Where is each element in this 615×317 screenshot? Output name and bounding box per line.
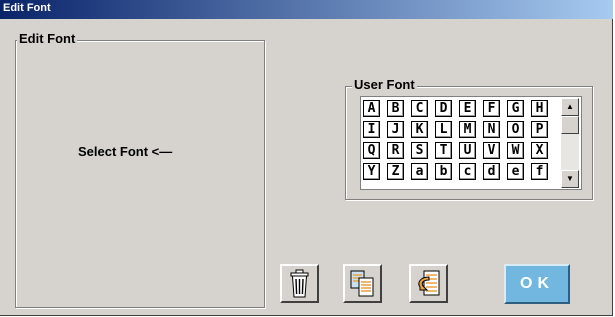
edit-font-window: Edit Font Edit Font Select Font <— User …: [0, 0, 613, 316]
trash-icon: [290, 269, 309, 298]
char-cell[interactable]: e: [507, 163, 524, 180]
ok-button[interactable]: OK: [504, 264, 570, 304]
char-cell[interactable]: S: [411, 142, 428, 159]
char-cell[interactable]: b: [435, 163, 452, 180]
char-cell[interactable]: G: [507, 100, 524, 117]
copy-pages-icon: [350, 270, 374, 297]
scroll-down-button[interactable]: ▼: [561, 170, 579, 188]
char-cell[interactable]: Y: [363, 163, 380, 180]
char-cell[interactable]: L: [435, 121, 452, 138]
char-cell[interactable]: B: [387, 100, 404, 117]
grid-scrollbar[interactable]: ▲ ▼: [561, 98, 579, 188]
select-font-prompt: Select Font <—: [78, 144, 173, 159]
char-cell[interactable]: f: [531, 163, 548, 180]
char-cell[interactable]: J: [387, 121, 404, 138]
char-cell[interactable]: K: [411, 121, 428, 138]
title-bar[interactable]: Edit Font: [0, 0, 613, 19]
char-cell[interactable]: Q: [363, 142, 380, 159]
restore-arrow-icon: [418, 270, 440, 296]
char-cell[interactable]: U: [459, 142, 476, 159]
user-font-legend: User Font: [352, 77, 417, 92]
char-cell[interactable]: O: [507, 121, 524, 138]
char-cell[interactable]: V: [483, 142, 500, 159]
char-cell[interactable]: A: [363, 100, 380, 117]
delete-button[interactable]: [280, 264, 319, 303]
char-cell[interactable]: N: [483, 121, 500, 138]
char-cell[interactable]: R: [387, 142, 404, 159]
copy-button[interactable]: [343, 264, 382, 303]
char-cell[interactable]: X: [531, 142, 548, 159]
char-cell[interactable]: I: [363, 121, 380, 138]
char-cell[interactable]: d: [483, 163, 500, 180]
char-cell[interactable]: T: [435, 142, 452, 159]
char-cell[interactable]: D: [435, 100, 452, 117]
edit-font-legend: Edit Font: [17, 31, 78, 46]
char-cell[interactable]: a: [411, 163, 428, 180]
char-cell[interactable]: c: [459, 163, 476, 180]
char-cell[interactable]: M: [459, 121, 476, 138]
char-cell[interactable]: Z: [387, 163, 404, 180]
scroll-thumb[interactable]: [561, 116, 579, 134]
char-cell[interactable]: C: [411, 100, 428, 117]
char-cell[interactable]: P: [531, 121, 548, 138]
window-title: Edit Font: [3, 2, 51, 14]
restore-button[interactable]: [409, 264, 448, 303]
scroll-up-button[interactable]: ▲: [561, 98, 579, 116]
char-cell[interactable]: F: [483, 100, 500, 117]
char-cell[interactable]: W: [507, 142, 524, 159]
char-cell[interactable]: E: [459, 100, 476, 117]
char-cell[interactable]: H: [531, 100, 548, 117]
edit-font-group: [15, 40, 265, 308]
